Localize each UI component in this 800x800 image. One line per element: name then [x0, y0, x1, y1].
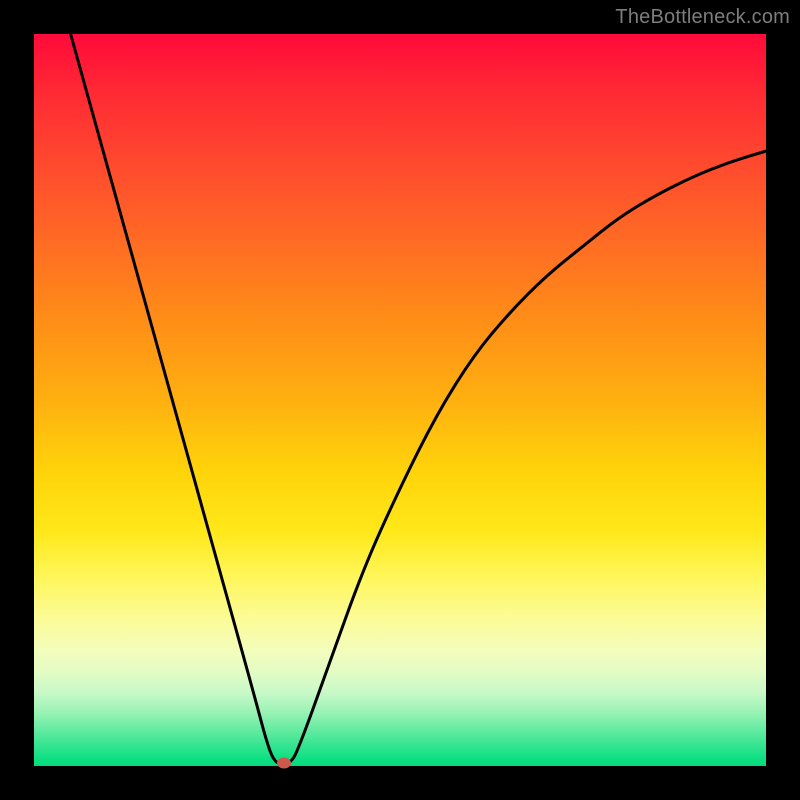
chart-frame: TheBottleneck.com: [0, 0, 800, 800]
watermark-text: TheBottleneck.com: [615, 6, 790, 29]
bottleneck-curve: [34, 34, 766, 766]
plot-area: [34, 34, 766, 766]
optimal-point-marker: [277, 758, 291, 769]
curve-path: [71, 34, 766, 763]
